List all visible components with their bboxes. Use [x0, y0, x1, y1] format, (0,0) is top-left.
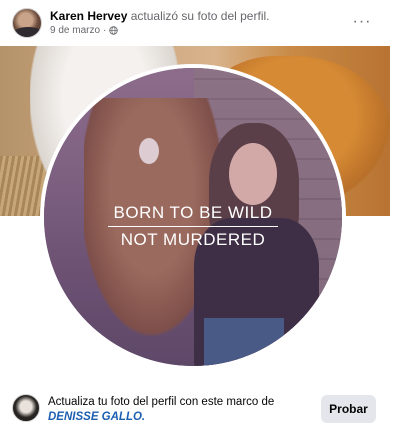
- horse-blaze: [139, 138, 159, 164]
- more-icon: ···: [352, 13, 372, 30]
- frame-creator-link[interactable]: DENISSE GALLO.: [48, 411, 145, 423]
- post-action-text: actualizó su foto del perfil.: [130, 9, 270, 23]
- profile-picture[interactable]: BORN TO BE WILD NOT MURDERED: [40, 64, 346, 370]
- frame-divider: [108, 226, 278, 227]
- post-card: Karen Hervey actualizó su foto del perfi…: [0, 0, 400, 435]
- post-header: Karen Hervey actualizó su foto del perfi…: [0, 0, 400, 46]
- post-date[interactable]: 9 de marzo: [50, 25, 100, 36]
- meta-separator: ·: [103, 25, 107, 36]
- try-frame-button[interactable]: Probar: [321, 395, 376, 423]
- woman-face: [229, 143, 277, 205]
- more-options-button[interactable]: ···: [348, 8, 376, 36]
- author-avatar[interactable]: [12, 8, 42, 38]
- profile-photo-post[interactable]: BORN TO BE WILD NOT MURDERED: [0, 46, 400, 376]
- post-meta: 9 de marzo ·: [50, 25, 119, 36]
- frame-text-line2: NOT MURDERED: [120, 230, 266, 249]
- post-title-line: Karen Hervey actualizó su foto del perfi…: [50, 9, 269, 23]
- author-name[interactable]: Karen Hervey: [50, 9, 127, 23]
- frame-creator-avatar[interactable]: [12, 394, 40, 422]
- frame-promo-footer: Actualiza tu foto del perfil con este ma…: [0, 376, 400, 435]
- woman-jeans: [204, 318, 284, 366]
- globe-icon[interactable]: [109, 26, 119, 35]
- frame-promo-text: Actualiza tu foto del perfil con este ma…: [48, 395, 310, 425]
- frame-overlay-text: BORN TO BE WILD NOT MURDERED: [44, 203, 342, 250]
- frame-promo-prompt: Actualiza tu foto del perfil con este ma…: [48, 396, 275, 408]
- frame-text-line1: BORN TO BE WILD: [113, 203, 273, 222]
